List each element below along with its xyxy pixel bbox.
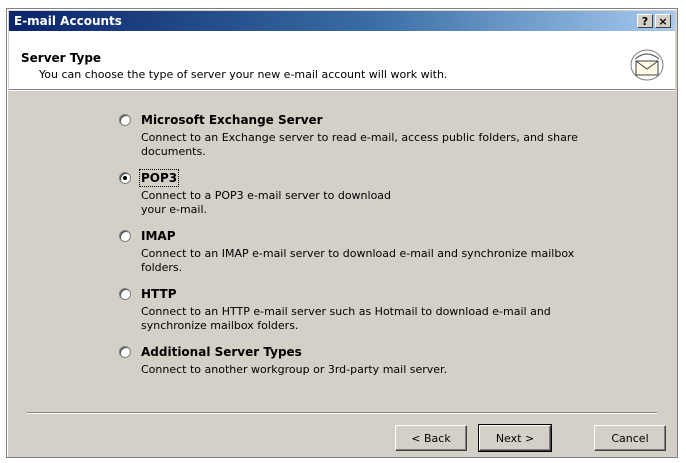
option-description: Connect to an IMAP e-mail server to down…	[141, 247, 575, 274]
radio-imap[interactable]	[119, 230, 131, 242]
page-title: Server Type	[21, 51, 102, 65]
radio-pop3[interactable]	[119, 172, 131, 184]
cancel-button[interactable]: Cancel	[594, 425, 666, 451]
close-button[interactable]: ×	[655, 14, 671, 28]
email-accounts-dialog: E-mail Accounts ? × Server Type You can …	[6, 8, 678, 458]
radio-additional[interactable]	[119, 346, 131, 358]
option-label[interactable]: Microsoft Exchange Server	[141, 113, 323, 127]
option-description: Connect to a POP3 e-mail server to downl…	[141, 189, 392, 216]
option-description: Connect to another workgroup or 3rd-part…	[141, 363, 448, 376]
footer-divider	[27, 412, 657, 414]
radio-http[interactable]	[119, 288, 131, 300]
dialog-title: E-mail Accounts	[14, 14, 122, 28]
help-button[interactable]: ?	[637, 14, 653, 28]
option-description: Connect to an Exchange server to read e-…	[141, 131, 578, 158]
title-bar[interactable]: E-mail Accounts ? ×	[9, 11, 675, 31]
page-subtitle: You can choose the type of server your n…	[39, 68, 448, 81]
option-label[interactable]: Additional Server Types	[141, 345, 302, 359]
back-button[interactable]: < Back	[395, 425, 467, 451]
option-label[interactable]: HTTP	[141, 287, 176, 301]
wizard-header: Server Type You can choose the type of s…	[9, 31, 675, 90]
option-label[interactable]: IMAP	[141, 229, 176, 243]
radio-exchange[interactable]	[119, 114, 131, 126]
option-description: Connect to an HTTP e-mail server such as…	[141, 305, 551, 332]
next-button[interactable]: Next >	[478, 424, 552, 452]
envelope-icon	[630, 49, 664, 81]
option-label[interactable]: POP3	[138, 169, 180, 187]
